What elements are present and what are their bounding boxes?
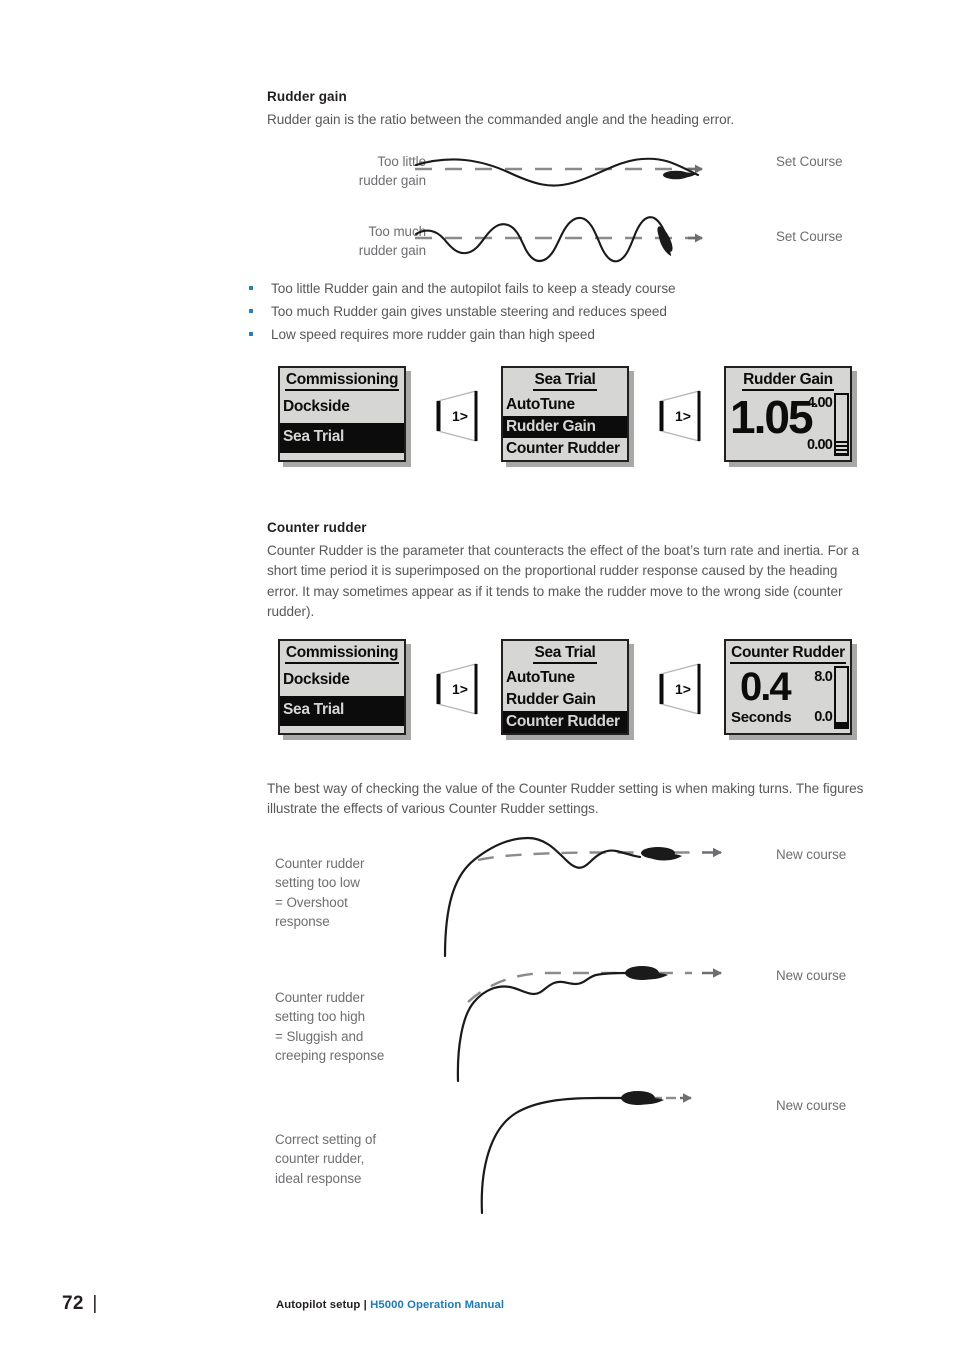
too-little-gain-curve (414, 157, 703, 187)
footer-section-label: Autopilot setup (276, 1299, 361, 1311)
turn-diagram-right-label-3: New course (776, 1098, 847, 1113)
key-icon-next-2[interactable]: 1> (657, 389, 703, 443)
key-label: 1> (675, 408, 691, 424)
footer-manual-link[interactable]: H5000 Operation Manual (370, 1299, 504, 1311)
lcd-title: Counter Rudder (726, 644, 850, 664)
list-item-label: Too little Rudder gain and the autopilot… (271, 281, 676, 296)
rudder-gain-intro: Rudder gain is the ratio between the com… (267, 112, 735, 127)
lcd-menu-item-sea-trial[interactable]: Sea Trial (280, 696, 404, 726)
lcd-menu-item-rudder-gain[interactable]: Rudder Gain (503, 416, 627, 438)
turn-diagram-too-low (443, 836, 722, 958)
lcd-unit-label: Seconds (731, 709, 792, 726)
list-item: Low speed requires more rudder gain than… (243, 323, 883, 346)
page-number-separator: | (92, 1293, 98, 1314)
lcd-screen-commissioning-2: Commissioning Dockside Sea Trial (278, 639, 406, 735)
turn-diagram-label-correct: Correct setting of counter rudder, ideal… (275, 1132, 377, 1186)
lcd-scale-min: 0.00 (806, 437, 833, 453)
bullet-icon (249, 332, 253, 336)
list-item-label: Low speed requires more rudder gain than… (271, 327, 595, 342)
lcd-screen-sea-trial-2: Sea Trial AutoTune Rudder Gain Counter R… (501, 639, 629, 735)
lcd-menu-item-counter-rudder[interactable]: Counter Rudder (503, 438, 627, 460)
counter-rudder-intro: Counter Rudder is the parameter that cou… (267, 543, 860, 619)
turn-diagram-correct (480, 1091, 692, 1215)
list-item: Too much Rudder gain gives unstable stee… (243, 300, 883, 323)
diagram-right-label-set-course-2: Set Course (776, 229, 843, 244)
footer-breadcrumb: Autopilot setup | H5000 Operation Manual (276, 1299, 504, 1311)
key-icon-next-4[interactable]: 1> (657, 662, 703, 716)
lcd-menu-item-dockside[interactable]: Dockside (280, 669, 404, 691)
key-trapezoid-icon: 1> (436, 663, 478, 715)
bullet-icon (249, 286, 253, 290)
document-page: Rudder gain Rudder gain is the ratio bet… (0, 0, 954, 1350)
page-number-value: 72 (62, 1293, 84, 1314)
key-label: 1> (452, 408, 468, 424)
lcd-title: Sea Trial (503, 371, 627, 391)
counter-rudder-heading: Counter rudder (267, 520, 367, 535)
lcd-title: Commissioning (280, 644, 404, 664)
lcd-bar-gauge (834, 666, 849, 729)
turn-diagram-right-label-1: New course (776, 847, 847, 862)
lcd-bar-fill (836, 441, 847, 454)
lcd-bar-fill (836, 722, 847, 727)
counter-rudder-outro: The best way of checking the value of th… (267, 781, 864, 817)
diagram-right-label-set-course-1: Set Course (776, 154, 843, 169)
list-item-label: Too much Rudder gain gives unstable stee… (271, 304, 667, 319)
lcd-title: Commissioning (280, 371, 404, 391)
lcd-screen-commissioning-1: Commissioning Dockside Sea Trial (278, 366, 406, 462)
key-icon-next-3[interactable]: 1> (434, 662, 480, 716)
footer-divider: | (360, 1299, 371, 1311)
lcd-scale-min: 0.0 (814, 709, 833, 725)
list-item: Too little Rudder gain and the autopilot… (243, 277, 883, 300)
lcd-screen-sea-trial-1: Sea Trial AutoTune Rudder Gain Counter R… (501, 366, 629, 462)
lcd-menu-item-dockside[interactable]: Dockside (280, 396, 404, 418)
key-label: 1> (675, 681, 691, 697)
key-icon-next-1[interactable]: 1> (434, 389, 480, 443)
lcd-menu-item-rudder-gain[interactable]: Rudder Gain (503, 689, 627, 711)
diagram-label-too-little: Too little rudder gain (358, 154, 426, 189)
lcd-scale-max: 8.0 (814, 669, 833, 685)
lcd-menu-item-autotune[interactable]: AutoTune (503, 394, 627, 416)
lcd-menu-item-counter-rudder[interactable]: Counter Rudder (503, 711, 627, 733)
footer-page-number: 72 | (62, 1293, 98, 1315)
diagram-label-too-much: Too much rudder gain (358, 224, 426, 259)
turn-diagram-too-high (456, 966, 722, 1083)
lcd-menu-item-sea-trial[interactable]: Sea Trial (280, 423, 404, 453)
lcd-title: Sea Trial (503, 644, 627, 664)
lcd-title: Rudder Gain (726, 371, 850, 391)
rudder-gain-bullet-list: Too little Rudder gain and the autopilot… (243, 277, 883, 346)
lcd-bar-gauge (834, 393, 849, 456)
turn-diagram-label-too-high: Counter rudder setting too high = Sluggi… (275, 990, 385, 1064)
too-much-gain-curve (414, 216, 703, 263)
bullet-icon (249, 309, 253, 313)
turn-diagram-right-label-2: New course (776, 968, 847, 983)
lcd-screen-counter-rudder-value: Counter Rudder 0.4 Seconds 8.0 0.0 (724, 639, 852, 735)
lcd-numeric-value: 0.4 (740, 665, 792, 709)
lcd-screen-rudder-gain-value: Rudder Gain 1.05 ° 4.00 0.00 (724, 366, 852, 462)
key-trapezoid-icon: 1> (659, 663, 701, 715)
rudder-gain-heading: Rudder gain (267, 89, 347, 104)
key-trapezoid-icon: 1> (436, 390, 478, 442)
key-trapezoid-icon: 1> (659, 390, 701, 442)
lcd-menu-item-autotune[interactable]: AutoTune (503, 667, 627, 689)
key-label: 1> (452, 681, 468, 697)
turn-diagram-label-too-low: Counter rudder setting too low = Oversho… (275, 856, 365, 930)
lcd-scale-max: 4.00 (806, 395, 833, 411)
